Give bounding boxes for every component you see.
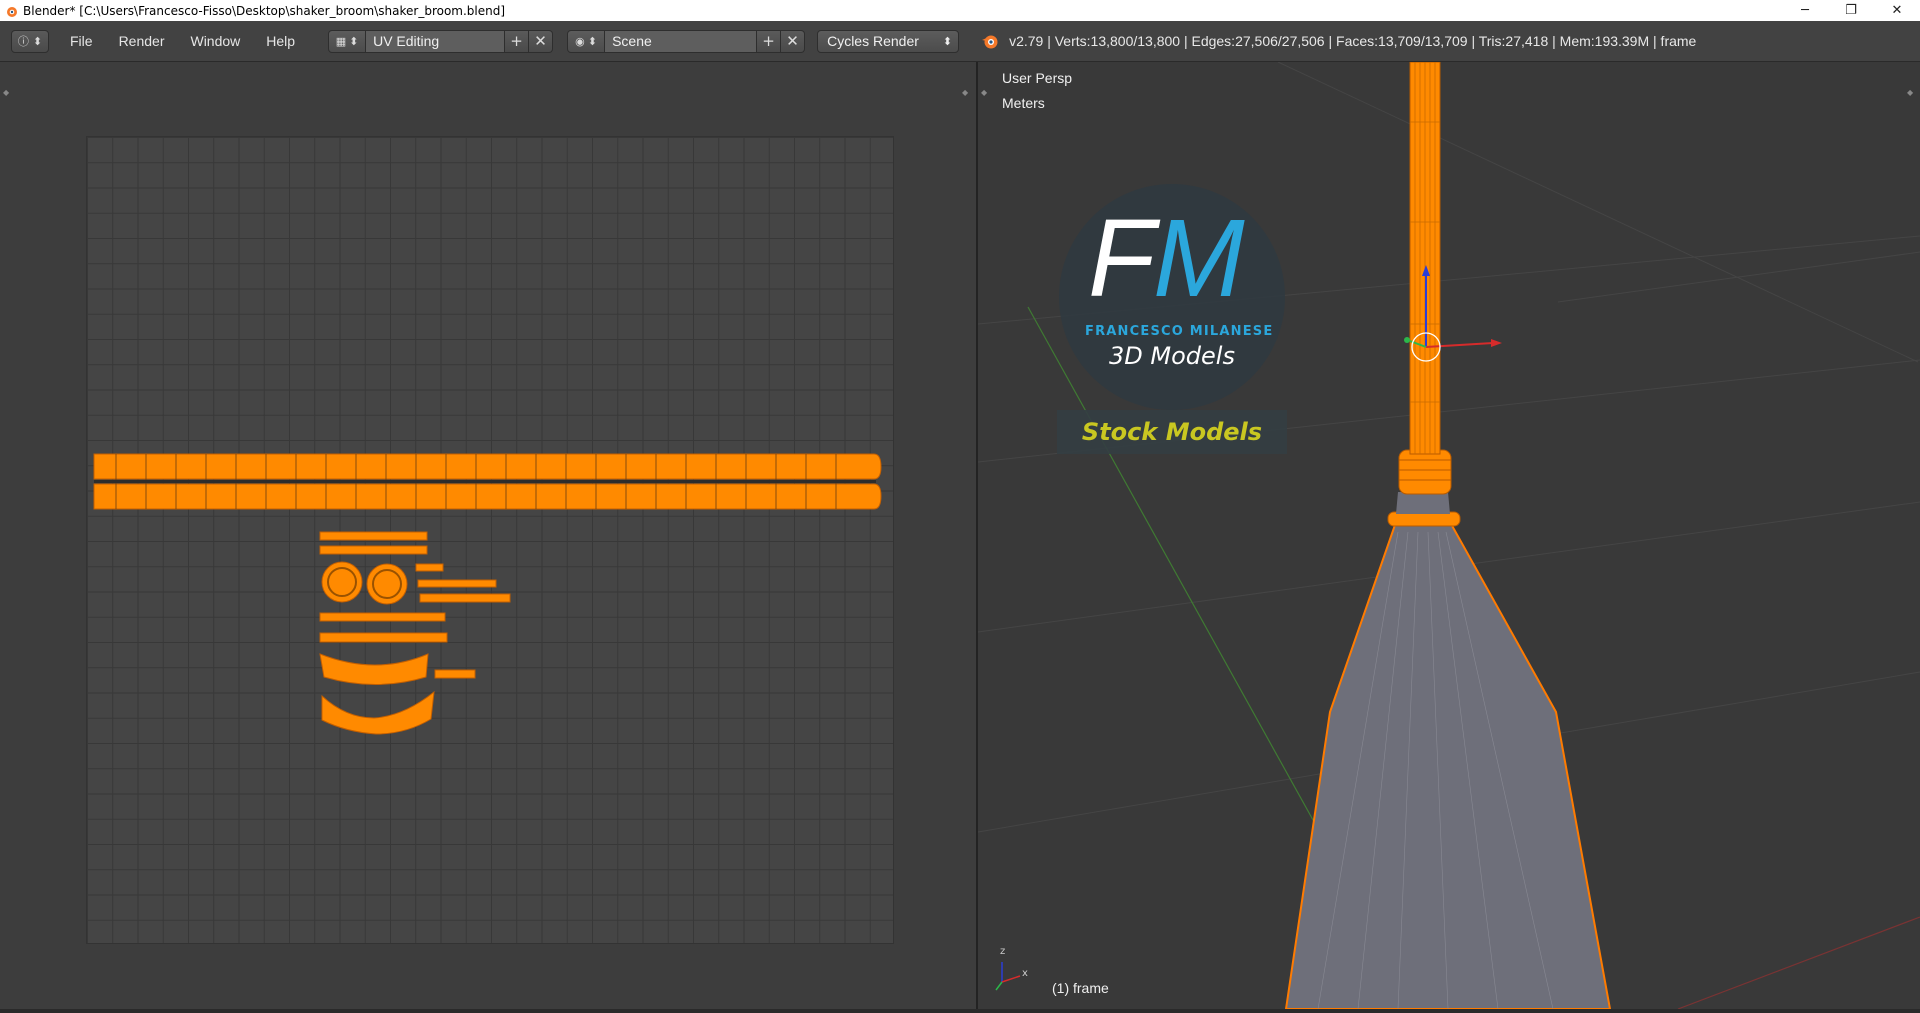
plus-icon: + [510, 32, 523, 50]
view-name-label: User Persp [1002, 70, 1073, 86]
render-engine-value: Cycles Render [827, 33, 919, 49]
region-toggle-left-icon[interactable]: ◆ [981, 88, 991, 98]
region-toggle-right-icon[interactable]: ◆ [962, 88, 972, 98]
watermark-logo: F M FRANCESCO MILANESE 3D Models Stock M… [1057, 184, 1287, 454]
scene-icon: ◉ [575, 34, 585, 48]
screen-layout-field[interactable]: UV Editing [366, 29, 506, 53]
updown-arrows-icon: ⬍ [942, 35, 953, 48]
bottom-edge [0, 1009, 1920, 1013]
screen-layout-browse-button[interactable]: ▦ ⬍ [328, 29, 367, 53]
broom-collar [1398, 449, 1452, 495]
uv-island-handle-upper [93, 453, 882, 480]
uv-islands[interactable] [86, 136, 894, 944]
layout-grid-icon: ▦ [335, 34, 347, 48]
watermark-letter-m: M [1153, 197, 1245, 320]
watermark-subtitle: 3D Models [1109, 342, 1235, 370]
watermark-letter-f: F [1088, 197, 1156, 320]
menu-help[interactable]: Help [253, 30, 308, 53]
remove-scene-button[interactable]: ✕ [781, 29, 806, 53]
menu-window[interactable]: Window [177, 30, 253, 53]
screen-layout-selector: ▦ ⬍ UV Editing + ✕ [328, 29, 554, 53]
blender-logo-icon [982, 35, 998, 49]
add-scene-button[interactable]: + [757, 29, 782, 53]
object-name-label: (1) frame [1052, 980, 1109, 996]
minimize-icon: ─ [1801, 3, 1809, 18]
restore-icon: ❐ [1845, 3, 1857, 18]
scene-field[interactable]: Scene [605, 29, 758, 53]
window-title: Blender* [C:\Users\Francesco-Fisso\Deskt… [23, 3, 506, 18]
menu-file[interactable]: File [57, 30, 106, 53]
axis-z-label: z [1000, 946, 1006, 957]
region-toggle-right-icon[interactable]: ◆ [1907, 88, 1917, 98]
updown-arrows-icon: ⬍ [32, 34, 43, 48]
broom-bristles [1284, 521, 1612, 1009]
updown-arrows-icon: ⬍ [587, 34, 597, 48]
watermark-name: FRANCESCO MILANESE [1085, 324, 1274, 339]
scene-selector: ◉ ⬍ Scene + ✕ [567, 29, 806, 53]
main-menu: File Render Window Help [57, 30, 308, 53]
broom-lower-band [1387, 511, 1461, 527]
x-axis-line [1677, 916, 1920, 1009]
uv-island-handle-lower [93, 483, 882, 510]
editor-type-button[interactable]: ⓘ ⬍ [11, 29, 49, 53]
close-icon: ✕ [1891, 3, 1903, 18]
maximize-button[interactable]: ❐ [1828, 0, 1874, 21]
x-icon: ✕ [786, 32, 799, 50]
window-title-bar: Blender* [C:\Users\Francesco-Fisso\Deskt… [0, 0, 1920, 21]
plus-icon: + [762, 32, 775, 50]
render-engine-dropdown[interactable]: Cycles Render ⬍ [817, 29, 960, 53]
minimize-button[interactable]: ─ [1782, 0, 1828, 21]
x-icon: ✕ [534, 32, 547, 50]
units-label: Meters [1002, 95, 1045, 111]
info-header: ⓘ ⬍ File Render Window Help ▦ ⬍ UV Editi… [0, 21, 1920, 62]
region-toggle-left-icon[interactable]: ◆ [3, 88, 13, 98]
axis-x-label: x [1022, 968, 1028, 979]
add-screen-button[interactable]: + [505, 29, 530, 53]
info-icon: ⓘ [17, 35, 29, 48]
updown-arrows-icon: ⬍ [349, 34, 359, 48]
axis-gizmo [995, 962, 1021, 991]
close-window-button[interactable]: ✕ [1874, 0, 1920, 21]
menu-render[interactable]: Render [106, 30, 178, 53]
scene-browse-button[interactable]: ◉ ⬍ [567, 29, 606, 53]
blender-app-icon [7, 6, 17, 17]
remove-screen-button[interactable]: ✕ [529, 29, 554, 53]
watermark-banner: Stock Models [1057, 410, 1287, 454]
scene-statistics: v2.79 | Verts:13,800/13,800 | Edges:27,5… [1009, 33, 1697, 49]
